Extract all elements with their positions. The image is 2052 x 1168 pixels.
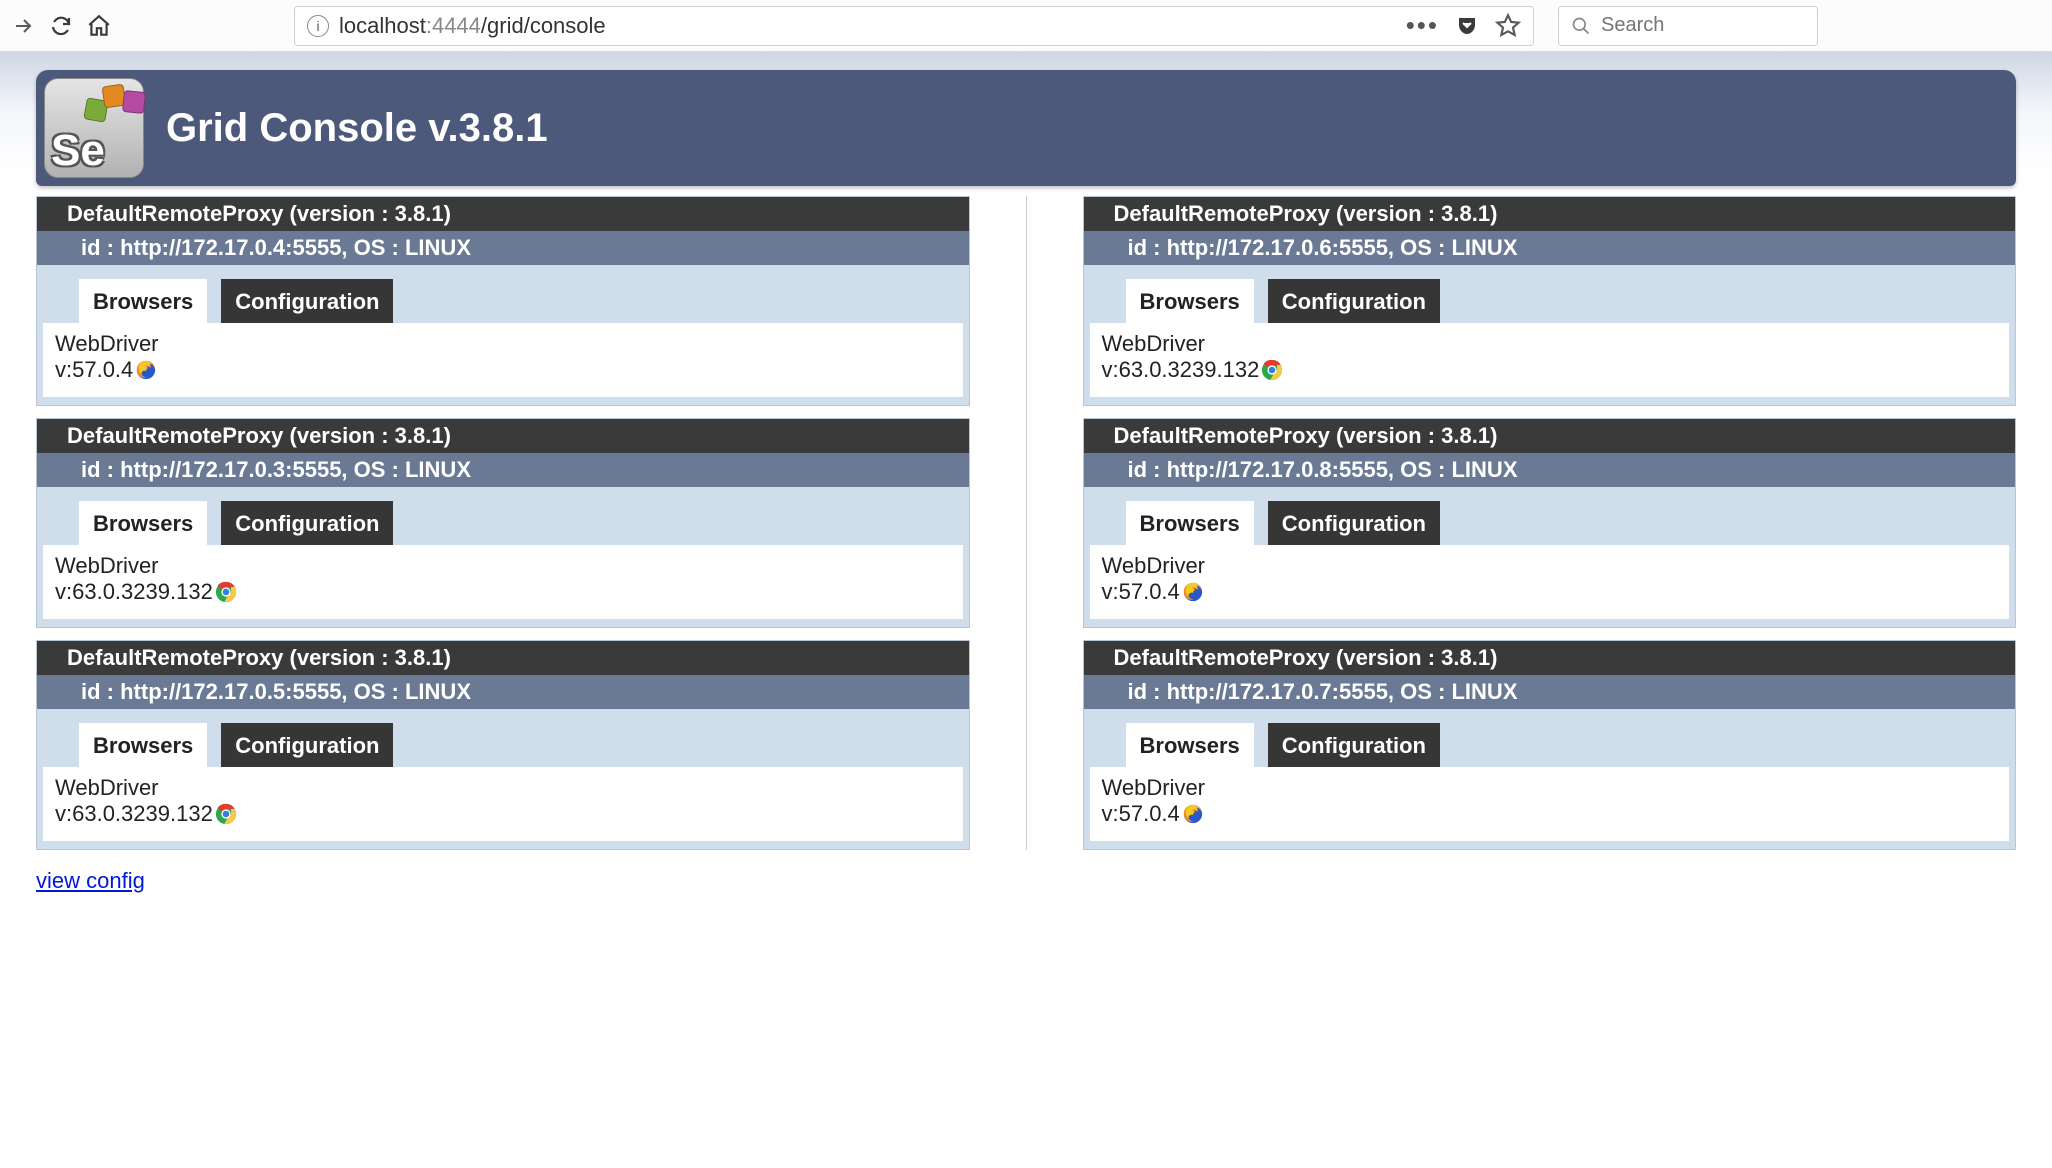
browser-version: v:57.0.4: [1102, 801, 1998, 827]
node-title: DefaultRemoteProxy (version : 3.8.1): [37, 641, 969, 675]
node-subtitle: id : http://172.17.0.8:5555, OS : LINUX: [1084, 453, 2016, 487]
browser-version: v:63.0.3239.132: [55, 579, 951, 605]
node-title: DefaultRemoteProxy (version : 3.8.1): [37, 419, 969, 453]
node-content: WebDriverv:57.0.4: [43, 323, 963, 397]
address-bar[interactable]: i localhost:4444/grid/console •••: [294, 6, 1534, 46]
page-header: Se Grid Console v.3.8.1: [36, 70, 2016, 186]
nodes-grid: DefaultRemoteProxy (version : 3.8.1)id :…: [0, 196, 2052, 850]
url-host: localhost: [339, 13, 426, 38]
search-input[interactable]: [1601, 14, 1805, 37]
url-port: :4444: [426, 13, 481, 38]
firefox-icon: [135, 359, 157, 381]
node-title: DefaultRemoteProxy (version : 3.8.1): [1084, 419, 2016, 453]
tab-configuration[interactable]: Configuration: [221, 279, 393, 323]
node-panel: DefaultRemoteProxy (version : 3.8.1)id :…: [1083, 418, 2017, 628]
node-tabs: Browsers Configuration: [37, 487, 969, 545]
node-subtitle: id : http://172.17.0.3:5555, OS : LINUX: [37, 453, 969, 487]
reload-button[interactable]: [48, 13, 74, 39]
tab-configuration[interactable]: Configuration: [1268, 723, 1440, 767]
tab-browsers[interactable]: Browsers: [1126, 501, 1254, 545]
node-panel: DefaultRemoteProxy (version : 3.8.1)id :…: [36, 418, 970, 628]
forward-button[interactable]: [10, 13, 36, 39]
selenium-logo: Se: [44, 78, 144, 178]
node-tabs: Browsers Configuration: [1084, 709, 2016, 767]
tab-browsers[interactable]: Browsers: [1126, 279, 1254, 323]
tab-browsers[interactable]: Browsers: [1126, 723, 1254, 767]
node-panel: DefaultRemoteProxy (version : 3.8.1)id :…: [1083, 196, 2017, 406]
node-content: WebDriverv:63.0.3239.132: [43, 545, 963, 619]
site-info-icon[interactable]: i: [307, 15, 329, 37]
webdriver-label: WebDriver: [55, 331, 951, 357]
node-panel: DefaultRemoteProxy (version : 3.8.1)id :…: [36, 196, 970, 406]
chrome-icon: [1261, 359, 1283, 381]
node-tabs: Browsers Configuration: [37, 709, 969, 767]
view-config-link[interactable]: view config: [36, 868, 145, 894]
firefox-icon: [1182, 581, 1204, 603]
webdriver-label: WebDriver: [1102, 331, 1998, 357]
node-content: WebDriverv:63.0.3239.132: [43, 767, 963, 841]
webdriver-label: WebDriver: [55, 775, 951, 801]
url-display: localhost:4444/grid/console: [339, 13, 606, 39]
browser-version: v:63.0.3239.132: [55, 801, 951, 827]
logo-text: Se: [51, 129, 105, 173]
more-icon[interactable]: •••: [1406, 10, 1439, 41]
browser-version: v:57.0.4: [55, 357, 951, 383]
bookmark-star-icon[interactable]: [1495, 13, 1521, 39]
node-tabs: Browsers Configuration: [1084, 265, 2016, 323]
right-column: DefaultRemoteProxy (version : 3.8.1)id :…: [1083, 196, 2017, 850]
tab-configuration[interactable]: Configuration: [1268, 501, 1440, 545]
node-content: WebDriverv:57.0.4: [1090, 545, 2010, 619]
node-tabs: Browsers Configuration: [1084, 487, 2016, 545]
node-title: DefaultRemoteProxy (version : 3.8.1): [1084, 641, 2016, 675]
tab-configuration[interactable]: Configuration: [221, 501, 393, 545]
search-icon: [1571, 16, 1591, 36]
tab-configuration[interactable]: Configuration: [1268, 279, 1440, 323]
node-title: DefaultRemoteProxy (version : 3.8.1): [1084, 197, 2016, 231]
tab-browsers[interactable]: Browsers: [79, 723, 207, 767]
tab-browsers[interactable]: Browsers: [79, 279, 207, 323]
webdriver-label: WebDriver: [1102, 553, 1998, 579]
node-subtitle: id : http://172.17.0.6:5555, OS : LINUX: [1084, 231, 2016, 265]
url-path: /grid/console: [481, 13, 606, 38]
node-content: WebDriverv:63.0.3239.132: [1090, 323, 2010, 397]
node-subtitle: id : http://172.17.0.7:5555, OS : LINUX: [1084, 675, 2016, 709]
column-separator: [1026, 196, 1027, 850]
node-panel: DefaultRemoteProxy (version : 3.8.1)id :…: [36, 640, 970, 850]
node-tabs: Browsers Configuration: [37, 265, 969, 323]
webdriver-label: WebDriver: [55, 553, 951, 579]
home-button[interactable]: [86, 13, 112, 39]
webdriver-label: WebDriver: [1102, 775, 1998, 801]
browser-toolbar: i localhost:4444/grid/console •••: [0, 0, 2052, 52]
tab-configuration[interactable]: Configuration: [221, 723, 393, 767]
pocket-icon[interactable]: [1455, 14, 1479, 38]
node-title: DefaultRemoteProxy (version : 3.8.1): [37, 197, 969, 231]
chrome-icon: [215, 803, 237, 825]
tab-browsers[interactable]: Browsers: [79, 501, 207, 545]
page-content: Se Grid Console v.3.8.1 DefaultRemotePro…: [0, 52, 2052, 894]
node-content: WebDriverv:57.0.4: [1090, 767, 2010, 841]
page-title: Grid Console v.3.8.1: [166, 106, 548, 151]
browser-version: v:57.0.4: [1102, 579, 1998, 605]
node-subtitle: id : http://172.17.0.4:5555, OS : LINUX: [37, 231, 969, 265]
browser-version: v:63.0.3239.132: [1102, 357, 1998, 383]
firefox-icon: [1182, 803, 1204, 825]
node-panel: DefaultRemoteProxy (version : 3.8.1)id :…: [1083, 640, 2017, 850]
chrome-icon: [215, 581, 237, 603]
left-column: DefaultRemoteProxy (version : 3.8.1)id :…: [36, 196, 970, 850]
search-box[interactable]: [1558, 6, 1818, 46]
node-subtitle: id : http://172.17.0.5:5555, OS : LINUX: [37, 675, 969, 709]
